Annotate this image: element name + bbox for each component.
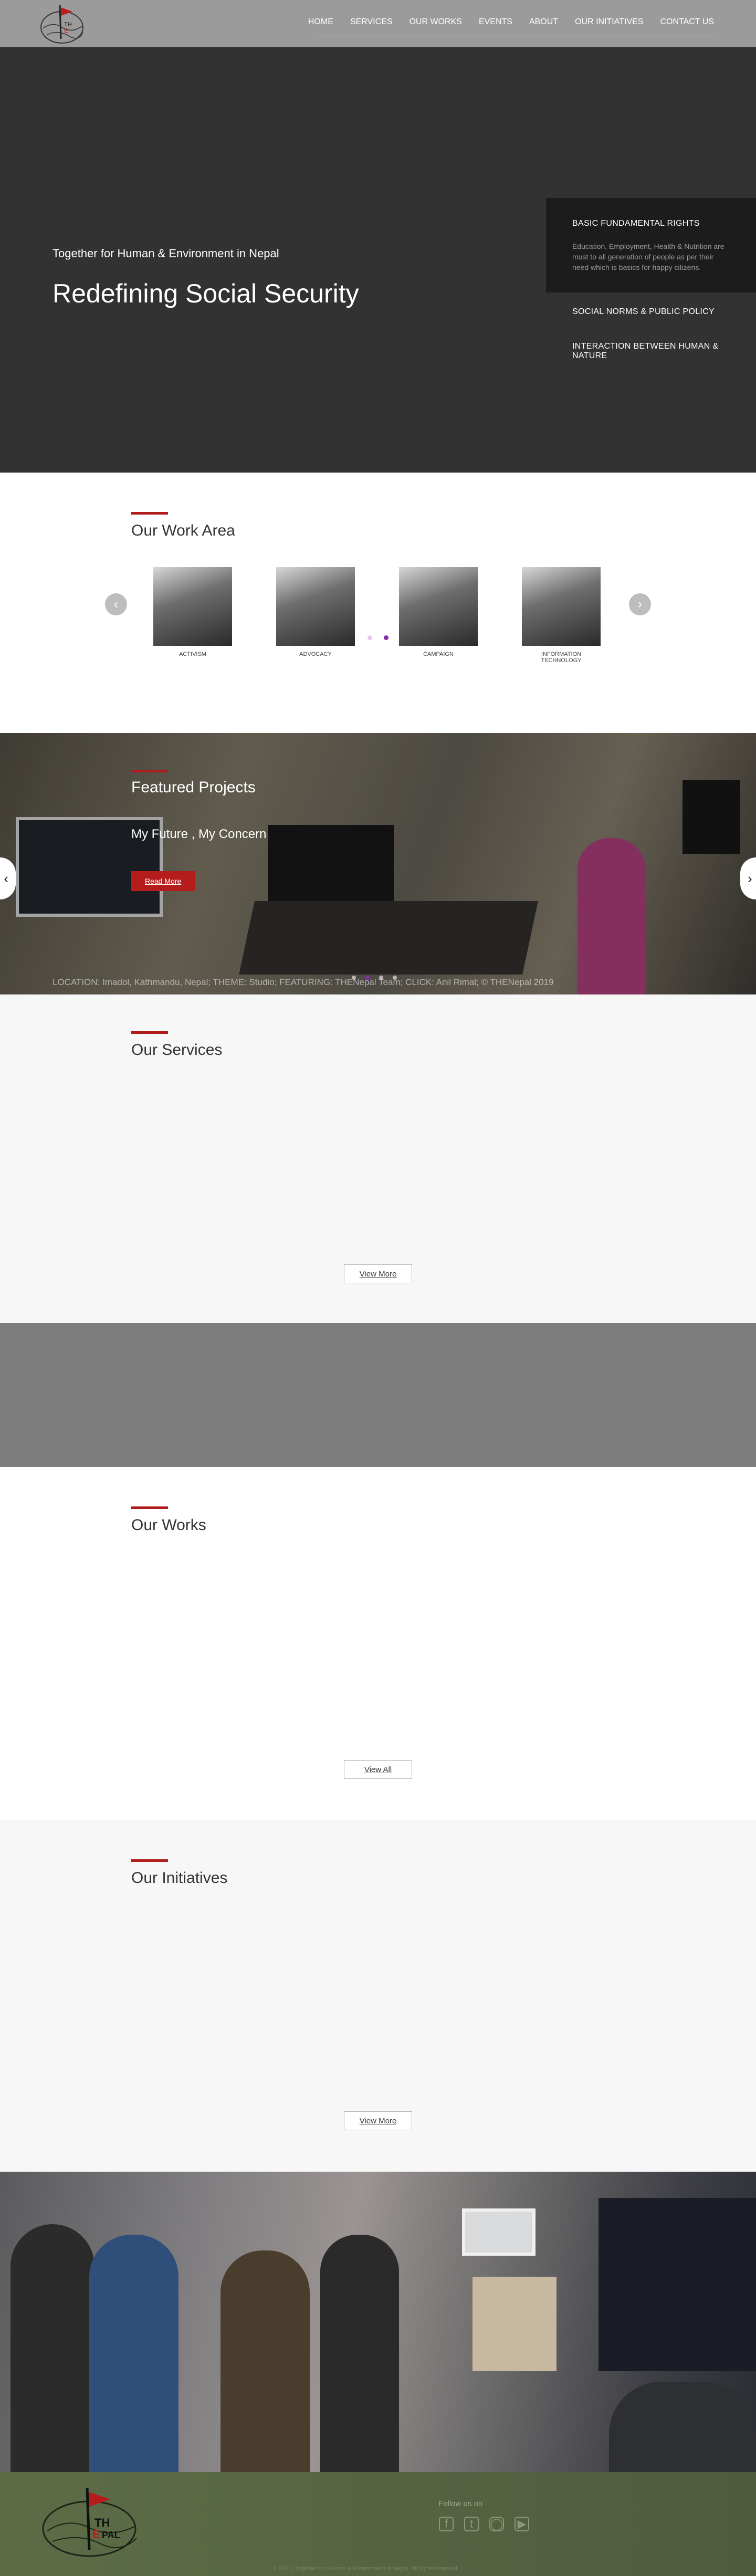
chevron-left-icon[interactable]: ‹	[105, 593, 127, 615]
photo-person	[220, 2250, 310, 2472]
work-area-carousel: ‹ ACTIVISM ADVOCACY CAMPAIGN INFORMATION…	[105, 567, 651, 672]
section-heading: Our Work Area	[131, 522, 235, 539]
youtube-icon[interactable]: ▶	[514, 2517, 529, 2531]
featured-projects-section: Featured Projects My Future , My Concern…	[0, 733, 756, 994]
carousel-slides: ACTIVISM ADVOCACY CAMPAIGN INFORMATION T…	[153, 567, 601, 664]
work-area-card[interactable]: ACTIVISM	[153, 567, 232, 664]
site-logo[interactable]: TH E	[37, 2, 89, 46]
site-footer: TH E PAL Follow us on f t ◯ ▶ © 2020, To…	[0, 2472, 756, 2576]
photo-frame	[462, 2208, 536, 2256]
section-heading: Our Initiatives	[131, 1869, 228, 1887]
view-more-button[interactable]: View More	[344, 2111, 412, 2130]
nav-our-works[interactable]: OUR WORKS	[409, 17, 461, 27]
work-area-label: INFORMATION TECHNOLOGY	[541, 651, 582, 664]
heading-accent-bar	[131, 1506, 168, 1509]
hero-tab-human-nature[interactable]: INTERACTION BETWEEN HUMAN & NATURE	[546, 327, 756, 371]
chevron-right-icon[interactable]: ›	[629, 593, 651, 615]
photo-person	[320, 2235, 399, 2472]
footer-logo[interactable]: TH E PAL	[37, 2483, 152, 2561]
section-heading: Our Works	[131, 1516, 206, 1534]
hero-subtitle: Together for Human & Environment in Nepa…	[52, 247, 279, 260]
facebook-icon[interactable]: f	[439, 2517, 454, 2531]
slider-dot[interactable]	[393, 976, 397, 980]
work-area-label: CAMPAIGN	[423, 651, 454, 657]
photo-poster	[472, 2277, 556, 2371]
work-area-card[interactable]: CAMPAIGN	[399, 567, 478, 664]
works-section: Our Works View All	[0, 1467, 756, 1820]
work-area-label: ACTIVISM	[179, 651, 206, 657]
photo-overlay	[0, 733, 756, 994]
carousel-dot[interactable]	[368, 635, 372, 640]
photo-person	[10, 2224, 94, 2472]
photo-caption: LOCATION: Imadol, Kathmandu, Nepal; THEM…	[52, 977, 554, 987]
services-section: Our Services View More	[0, 994, 756, 1323]
work-area-heading-block: Our Work Area	[131, 512, 235, 540]
work-area-image	[153, 567, 232, 646]
hero-section: Together for Human & Environment in Nepa…	[0, 47, 756, 473]
svg-text:PAL: PAL	[102, 2530, 120, 2540]
copyright-text: © 2020, Together for Human & Environment…	[273, 2565, 459, 2572]
twitter-icon[interactable]: t	[464, 2517, 479, 2531]
gray-banner	[0, 1323, 756, 1467]
carousel-pagination	[368, 635, 388, 640]
section-heading: Featured Projects	[131, 779, 256, 796]
work-area-label: ADVOCACY	[299, 651, 332, 657]
photo-blackboard	[598, 2198, 756, 2371]
slider-dot-active[interactable]	[365, 976, 370, 980]
nav-contact-us[interactable]: CONTACT US	[660, 17, 714, 27]
slider-dot[interactable]	[352, 976, 356, 980]
svg-text:TH: TH	[64, 22, 72, 28]
photo-person	[89, 2235, 178, 2472]
heading-accent-bar	[131, 1031, 168, 1034]
nav-events[interactable]: EVENTS	[479, 17, 512, 27]
view-all-button[interactable]: View All	[344, 1760, 412, 1779]
hero-title: Redefining Social Security	[52, 279, 359, 308]
read-more-button[interactable]: Read More	[131, 871, 195, 891]
work-area-image	[276, 567, 355, 646]
featured-content: Featured Projects My Future , My Concern…	[131, 770, 266, 891]
section-heading: Our Services	[131, 1041, 223, 1059]
site-header: TH E HOME SERVICES OUR WORKS EVENTS ABOU…	[0, 0, 756, 47]
slider-dot[interactable]	[379, 976, 383, 980]
heading-accent-bar	[131, 1859, 168, 1862]
nav-our-initiatives[interactable]: OUR INITIATIVES	[575, 17, 643, 27]
initiatives-heading-block: Our Initiatives	[131, 1859, 227, 1887]
hero-tab-title: SOCIAL NORMS & PUBLIC POLICY	[572, 307, 715, 316]
hero-tab-title: INTERACTION BETWEEN HUMAN & NATURE	[572, 342, 719, 360]
heading-accent-bar	[131, 770, 168, 772]
heading-accent-bar	[131, 512, 168, 515]
hero-tab-social-norms[interactable]: SOCIAL NORMS & PUBLIC POLICY	[546, 292, 756, 327]
hero-tab-title: BASIC FUNDAMENTAL RIGHTS	[572, 219, 700, 228]
work-area-image	[399, 567, 478, 646]
services-heading-block: Our Services	[131, 1031, 222, 1059]
nav-about[interactable]: ABOUT	[529, 17, 558, 27]
work-area-image	[522, 567, 601, 646]
hero-tab-fundamental-rights[interactable]: BASIC FUNDAMENTAL RIGHTS Education, Empl…	[546, 198, 756, 292]
work-area-card[interactable]: ADVOCACY	[276, 567, 355, 664]
work-area-card[interactable]: INFORMATION TECHNOLOGY	[522, 567, 601, 664]
instagram-icon[interactable]: ◯	[489, 2517, 504, 2531]
slider-pagination	[352, 976, 397, 980]
main-nav: HOME SERVICES OUR WORKS EVENTS ABOUT OUR…	[291, 17, 714, 27]
work-area-section: Our Work Area ‹ ACTIVISM ADVOCACY CAMPAI…	[0, 473, 756, 733]
hero-tab-panel: BASIC FUNDAMENTAL RIGHTS Education, Empl…	[546, 198, 756, 371]
view-more-button[interactable]: View More	[344, 1264, 412, 1283]
nav-services[interactable]: SERVICES	[350, 17, 393, 27]
svg-text:E: E	[64, 28, 68, 34]
team-photo-banner	[0, 2172, 756, 2472]
svg-text:E: E	[92, 2528, 100, 2541]
initiatives-section: Our Initiatives View More	[0, 1820, 756, 2172]
featured-project-title: My Future , My Concern	[131, 827, 267, 841]
photo-person	[609, 2382, 756, 2472]
carousel-dot-active[interactable]	[384, 635, 388, 640]
social-links: f t ◯ ▶	[439, 2517, 529, 2531]
follow-us-label: Follow us on	[438, 2499, 483, 2508]
nav-home[interactable]: HOME	[308, 17, 333, 27]
hero-tab-description: Education, Employment, Health & Nutritio…	[572, 242, 724, 271]
works-heading-block: Our Works	[131, 1506, 206, 1534]
